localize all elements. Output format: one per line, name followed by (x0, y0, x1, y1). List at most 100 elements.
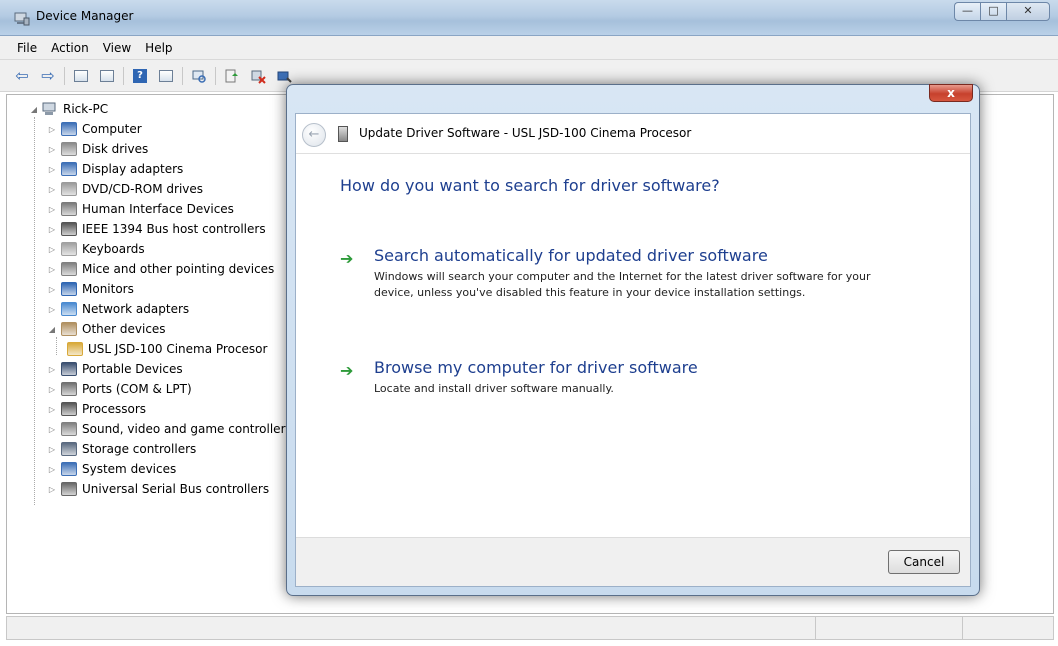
device-category-icon (61, 382, 77, 396)
toolbar-separator (123, 66, 124, 85)
expand-icon[interactable]: ▷ (47, 165, 57, 174)
help-button[interactable]: ? (130, 67, 150, 85)
option-title[interactable]: Search automatically for updated driver … (374, 246, 768, 265)
tree-category[interactable]: ▷ System devices (47, 459, 176, 479)
tree-guide-line (56, 337, 57, 355)
tree-category[interactable]: ▷ Display adapters (47, 159, 183, 179)
tree-category[interactable]: ◢ Other devices (47, 319, 166, 339)
tree-item-label: Disk drives (82, 142, 149, 156)
maximize-button[interactable]: □ (980, 2, 1006, 21)
status-cell (962, 617, 963, 639)
minimize-button[interactable]: — (954, 2, 980, 21)
browse-computer-option[interactable]: ➔ Browse my computer for driver software… (340, 358, 900, 402)
show-hide-tree-button[interactable] (71, 67, 91, 85)
device-category-icon (61, 142, 77, 156)
expand-icon[interactable]: ▷ (47, 305, 57, 314)
tree-category[interactable]: ▷ IEEE 1394 Bus host controllers (47, 219, 266, 239)
expand-icon[interactable]: ▷ (47, 225, 57, 234)
expand-icon[interactable]: ▷ (47, 425, 57, 434)
tree-category[interactable]: ▷ Processors (47, 399, 146, 419)
tree-item-label: Storage controllers (82, 442, 197, 456)
update-driver-dialog: x ← Update Driver Software - USL JSD-100… (286, 84, 980, 596)
search-automatically-option[interactable]: ➔ Search automatically for updated drive… (340, 246, 900, 310)
tree-category[interactable]: ▷ Mice and other pointing devices (47, 259, 274, 279)
dialog-close-button[interactable]: x (929, 84, 973, 102)
device-category-icon (61, 262, 77, 276)
expand-icon[interactable]: ▷ (47, 465, 57, 474)
device-manager-icon (14, 10, 30, 26)
dialog-header: ← Update Driver Software - USL JSD-100 C… (296, 114, 970, 154)
tree-item-label: USL JSD-100 Cinema Procesor (88, 342, 268, 356)
tree-category[interactable]: ▷ Storage controllers (47, 439, 196, 459)
dialog-body: ← Update Driver Software - USL JSD-100 C… (295, 113, 971, 587)
scan-hardware-button[interactable] (189, 67, 209, 85)
tree-category[interactable]: ▷ Sound, video and game controllers (47, 419, 292, 439)
expand-icon[interactable]: ▷ (47, 205, 57, 214)
menu-action[interactable]: Action (44, 41, 96, 55)
expand-icon[interactable]: ▷ (47, 405, 57, 414)
tree-category[interactable]: ▷ Monitors (47, 279, 134, 299)
expand-icon[interactable]: ▷ (47, 145, 57, 154)
uninstall-button[interactable] (248, 67, 268, 85)
tree-item-label: Network adapters (82, 302, 190, 316)
tree-category[interactable]: ▷ Disk drives (47, 139, 148, 159)
expand-icon[interactable]: ▷ (47, 245, 57, 254)
tree-category[interactable]: ▷ Computer (47, 119, 142, 139)
expand-icon[interactable]: ▷ (47, 365, 57, 374)
tree-category[interactable]: ▷ Keyboards (47, 239, 145, 259)
help-icon: ? (133, 68, 147, 83)
minimize-icon: — (962, 4, 973, 17)
tree-item-label: Keyboards (82, 242, 145, 256)
option-description: Windows will search your computer and th… (374, 270, 871, 299)
properties-view-button[interactable] (97, 67, 117, 85)
tree-item-label: Ports (COM & LPT) (82, 382, 192, 396)
warning-device-icon (67, 342, 83, 356)
green-arrow-icon: ➔ (340, 361, 354, 380)
status-bar (6, 616, 1054, 640)
device-category-icon (61, 162, 77, 176)
dialog-back-button[interactable]: ← (302, 123, 326, 147)
tree-root[interactable]: ◢ Rick-PC (29, 99, 108, 119)
forward-button[interactable]: ⇨ (38, 65, 58, 85)
expand-icon[interactable]: ▷ (47, 285, 57, 294)
expand-icon[interactable]: ▷ (47, 385, 57, 394)
tree-category[interactable]: ▷ Universal Serial Bus controllers (47, 479, 269, 499)
device-category-icon (61, 302, 77, 316)
update-driver-button[interactable] (222, 67, 242, 85)
device-category-icon (61, 242, 77, 256)
expand-icon[interactable]: ▷ (47, 485, 57, 494)
option-description: Locate and install driver software manua… (374, 382, 614, 395)
tree-category[interactable]: ▷ Portable Devices (47, 359, 183, 379)
forward-arrow-icon: ⇨ (41, 65, 55, 85)
back-button[interactable]: ⇦ (12, 65, 32, 85)
green-arrow-icon: ➔ (340, 249, 354, 268)
action-pane-button[interactable] (156, 67, 176, 85)
tree-category[interactable]: ▷ DVD/CD-ROM drives (47, 179, 203, 199)
expand-icon[interactable]: ▷ (47, 445, 57, 454)
option-title[interactable]: Browse my computer for driver software (374, 358, 698, 377)
expand-icon[interactable]: ▷ (47, 185, 57, 194)
menu-help[interactable]: Help (138, 41, 179, 55)
back-arrow-icon: ⇦ (15, 65, 29, 85)
tree-category[interactable]: ▷ Network adapters (47, 299, 189, 319)
collapse-icon[interactable]: ◢ (47, 325, 57, 334)
disable-device-button[interactable] (274, 67, 294, 85)
expand-icon[interactable]: ▷ (47, 265, 57, 274)
close-window-button[interactable]: ✕ (1006, 2, 1050, 21)
menu-file[interactable]: File (10, 41, 44, 55)
tree-category[interactable]: ▷ Human Interface Devices (47, 199, 234, 219)
expand-icon[interactable]: ▷ (47, 125, 57, 134)
dialog-footer: Cancel (296, 537, 970, 586)
device-category-icon (61, 282, 77, 296)
tree-item-label: Computer (82, 122, 142, 136)
toolbar-separator (182, 66, 183, 85)
device-category-icon (61, 362, 77, 376)
tree-category[interactable]: ▷ Ports (COM & LPT) (47, 379, 192, 399)
console-tree-icon (74, 69, 88, 82)
tree-child-item[interactable]: USL JSD-100 Cinema Procesor (63, 339, 267, 359)
cancel-button[interactable]: Cancel (888, 550, 960, 574)
tree-root-label: Rick-PC (63, 102, 109, 116)
menu-view[interactable]: View (96, 41, 138, 55)
collapse-icon: ◢ (30, 104, 38, 114)
device-category-icon (61, 222, 77, 236)
